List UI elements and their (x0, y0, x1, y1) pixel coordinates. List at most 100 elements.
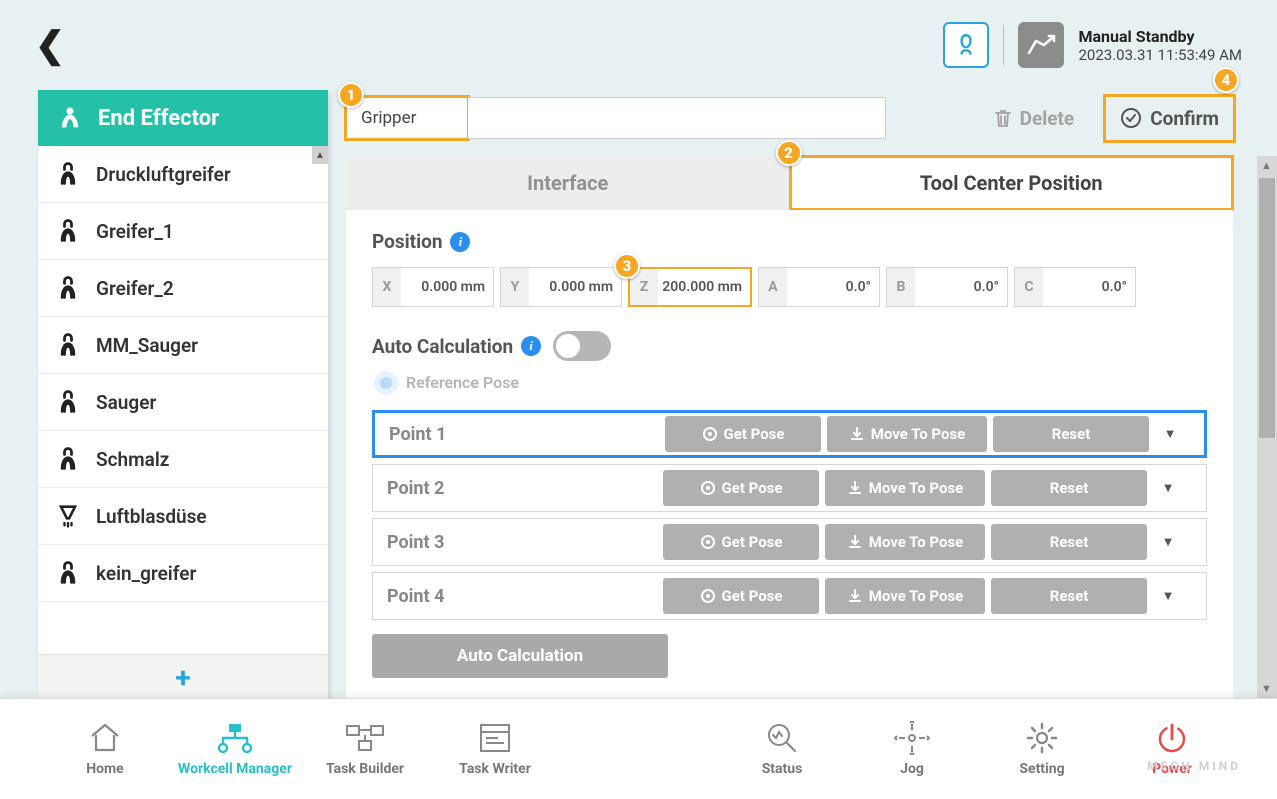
point-label: Point 4 (387, 586, 657, 607)
annotation-2: 2 (776, 140, 802, 166)
move-to-pose-button[interactable]: Move To Pose (825, 578, 985, 614)
sidebar-item[interactable]: kein_greifer (38, 545, 328, 602)
reset-button[interactable]: Reset (993, 416, 1149, 452)
confirm-button[interactable]: Confirm (1106, 97, 1233, 140)
coord-z[interactable]: Z200.000 mm (628, 267, 752, 307)
sidebar-item-label: Schmalz (96, 448, 169, 471)
annotation-3: 3 (614, 253, 640, 279)
nav-power[interactable]: Power (1107, 721, 1237, 777)
coord-x[interactable]: X0.000 mm (372, 267, 494, 307)
gripper-icon (54, 160, 82, 188)
expand-icon[interactable]: ▼ (1155, 426, 1185, 442)
back-button[interactable]: ❮ (35, 24, 65, 66)
reset-button[interactable]: Reset (991, 578, 1147, 614)
sidebar-header: End Effector (38, 90, 328, 146)
robot-status-icon[interactable] (1018, 22, 1064, 68)
sidebar-item-label: kein_greifer (96, 562, 196, 585)
nav-workcell[interactable]: Workcell Manager (170, 721, 300, 777)
auto-calc-button[interactable]: Auto Calculation (372, 634, 668, 678)
sidebar-item[interactable]: Sauger (38, 374, 328, 431)
gripper-icon (54, 331, 82, 359)
sidebar-list: ▲ Druckluftgreifer Greifer_1 Greifer_2 MM_S… (38, 146, 328, 654)
nav-task-writer[interactable]: Task Writer (430, 721, 560, 777)
tab-interface[interactable]: Interface (346, 156, 790, 210)
nav-status[interactable]: Status (717, 721, 847, 777)
reset-button[interactable]: Reset (991, 470, 1147, 506)
points-list: Point 1Get PoseMove To PoseReset▼Point 2… (372, 410, 1207, 620)
get-pose-button[interactable]: Get Pose (665, 416, 821, 452)
sidebar-item-label: Greifer_1 (96, 220, 174, 243)
main-panel: 1 Gripper Delete 4 Confirm (346, 90, 1277, 700)
sidebar-item-label: Druckluftgreifer (96, 163, 231, 186)
coord-y[interactable]: Y0.000 mm (500, 267, 622, 307)
sidebar-item-label: MM_Sauger (96, 334, 198, 357)
auto-calc-toggle[interactable] (553, 331, 611, 361)
sidebar-item[interactable]: Greifer_1 (38, 203, 328, 260)
status-block: Manual Standby 2023.03.31 11:53:49 AM (943, 22, 1242, 68)
tab-row: Interface 2 Tool Center Position (346, 156, 1233, 210)
gripper-icon (54, 445, 82, 473)
info-icon[interactable]: i (521, 336, 541, 356)
gripper-icon (54, 388, 82, 416)
sidebar-item-label: Greifer_2 (96, 277, 174, 300)
nav-setting[interactable]: Setting (977, 721, 1107, 777)
point-row: Point 4 Get PoseMove To PoseReset ▼ (372, 572, 1207, 620)
expand-icon[interactable]: ▼ (1153, 534, 1183, 550)
reference-label: Reference Pose (406, 373, 519, 392)
reference-pose-row[interactable]: Reference Pose (372, 373, 1207, 392)
nozzle-icon (54, 502, 82, 530)
point-label: Point 3 (387, 532, 657, 553)
status-title: Manual Standby (1078, 27, 1242, 46)
sidebar-scroll-up[interactable]: ▲ (312, 146, 328, 164)
panel-scrollbar[interactable] (1257, 156, 1277, 698)
delete-label: Delete (1020, 107, 1075, 130)
get-pose-button[interactable]: Get Pose (663, 524, 819, 560)
point-label: Point 1 (389, 424, 659, 445)
coords-row: X0.000 mm Y0.000 mm 3 Z200.000 mm A0.0° … (372, 267, 1207, 307)
gripper-icon (54, 274, 82, 302)
auto-calc-title: Auto Calculation i (372, 335, 541, 358)
nav-jog[interactable]: Jog (847, 721, 977, 777)
point-row: Point 1 Get PoseMove To PoseReset ▼ (372, 410, 1207, 458)
get-pose-button[interactable]: Get Pose (663, 470, 819, 506)
expand-icon[interactable]: ▼ (1153, 588, 1183, 604)
delete-button[interactable]: Delete (990, 99, 1079, 138)
status-time: 2023.03.31 11:53:49 AM (1078, 46, 1242, 64)
coord-b[interactable]: B0.0° (886, 267, 1008, 307)
annotation-4: 4 (1213, 67, 1239, 93)
confirm-label: Confirm (1150, 107, 1219, 130)
get-pose-button[interactable]: Get Pose (663, 578, 819, 614)
gripper-icon (54, 217, 82, 245)
sidebar-item[interactable]: Schmalz (38, 431, 328, 488)
coord-c[interactable]: C0.0° (1014, 267, 1136, 307)
point-label: Point 2 (387, 478, 657, 499)
nav-home[interactable]: Home (40, 721, 170, 777)
tcp-panel: Position i X0.000 mm Y0.000 mm 3 Z200.00… (346, 210, 1233, 698)
point-row: Point 3 Get PoseMove To PoseReset ▼ (372, 518, 1207, 566)
effector-name-ext[interactable] (468, 97, 886, 139)
annotation-1: 1 (338, 82, 364, 108)
coord-a[interactable]: A0.0° (758, 267, 880, 307)
move-to-pose-button[interactable]: Move To Pose (825, 524, 985, 560)
tab-tcp[interactable]: Tool Center Position (790, 156, 1234, 210)
sidebar-item[interactable]: Druckluftgreifer (38, 146, 328, 203)
sidebar: End Effector ▲ Druckluftgreifer Greifer_1… (38, 90, 328, 700)
bottombar: Home Workcell Manager Task Builder Task … (0, 699, 1277, 799)
expand-icon[interactable]: ▼ (1153, 480, 1183, 496)
radio-icon (380, 377, 392, 389)
reset-button[interactable]: Reset (991, 524, 1147, 560)
topbar: ❮ Manual Standby 2023.03.31 11:53:49 AM (0, 0, 1277, 90)
gripper-icon (54, 559, 82, 587)
sidebar-item[interactable]: Luftblasdüse (38, 488, 328, 545)
nav-task-builder[interactable]: Task Builder (300, 721, 430, 777)
info-icon[interactable]: i (450, 232, 470, 252)
sidebar-item[interactable]: MM_Sauger (38, 317, 328, 374)
plus-icon: + (175, 661, 190, 694)
gripper-status-icon[interactable] (943, 22, 989, 68)
move-to-pose-button[interactable]: Move To Pose (825, 470, 985, 506)
sidebar-item[interactable]: Greifer_2 (38, 260, 328, 317)
sidebar-item-label: Luftblasdüse (96, 505, 207, 528)
sidebar-add-button[interactable]: + (38, 654, 328, 700)
move-to-pose-button[interactable]: Move To Pose (827, 416, 987, 452)
effector-name-input[interactable]: Gripper (346, 97, 468, 139)
